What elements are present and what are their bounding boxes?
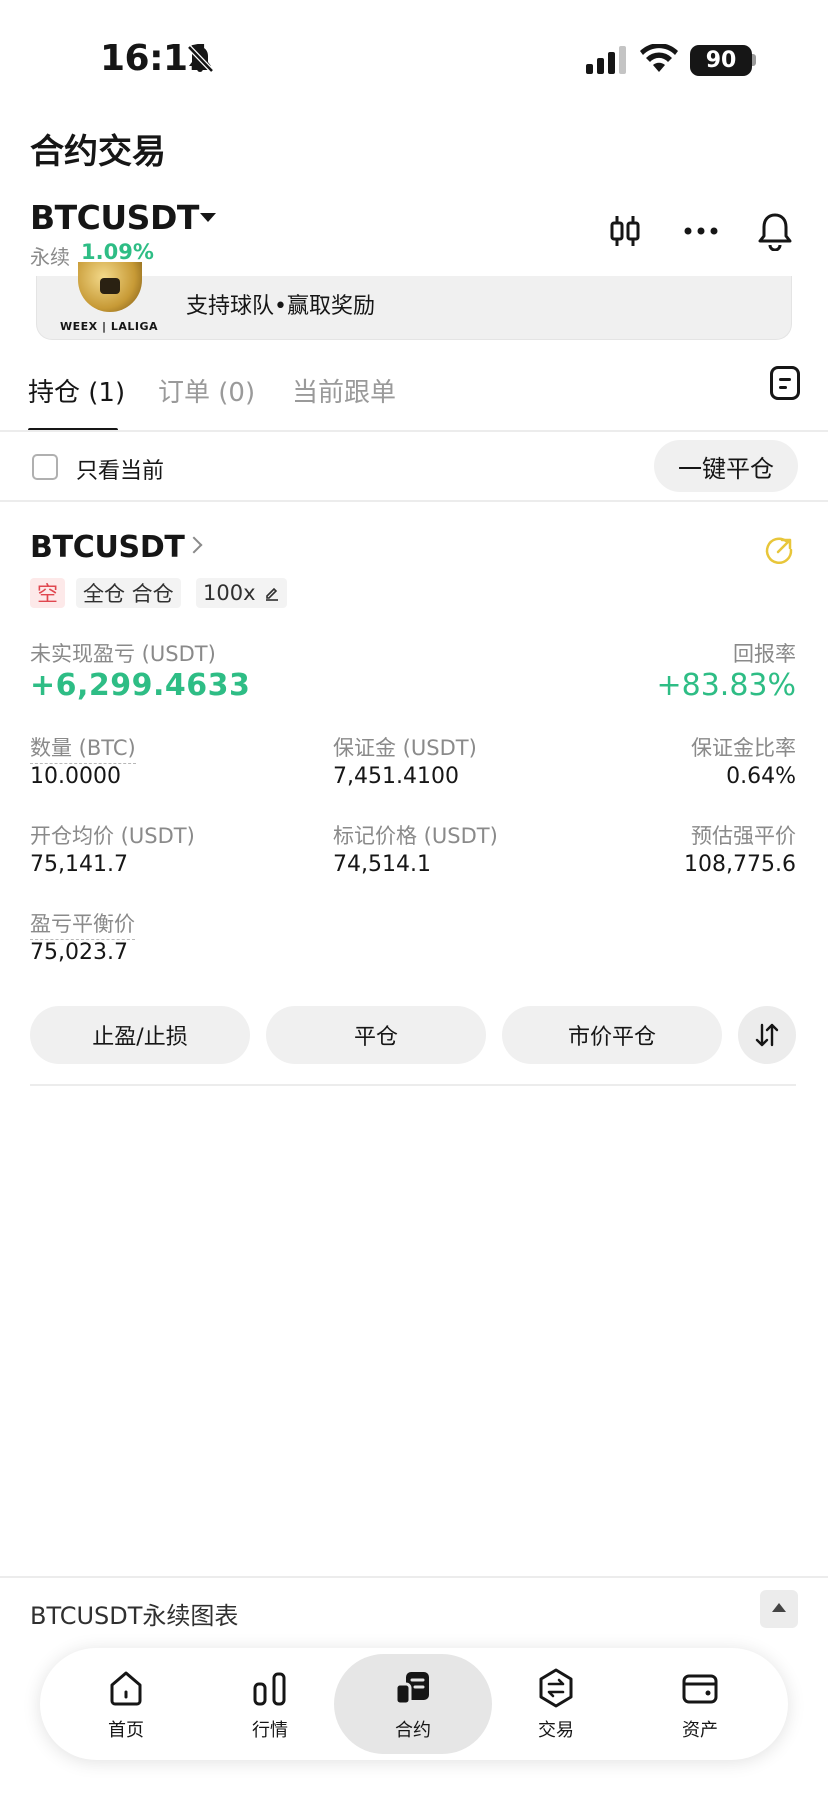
futures-icon xyxy=(394,1672,429,1706)
banner-logo: WEEX | LALIGA xyxy=(60,320,158,333)
battery-indicator: 90 xyxy=(690,45,752,76)
margin-ratio-value: 0.64% xyxy=(726,764,796,789)
share-icon[interactable] xyxy=(764,536,794,566)
margin-label: 保证金 (USDT) xyxy=(333,736,477,760)
only-current-checkbox[interactable] xyxy=(32,454,58,480)
nav-item-home[interactable]: 首页 xyxy=(76,1666,176,1742)
bell-icon[interactable] xyxy=(752,208,798,254)
qty-value: 10.0000 xyxy=(30,764,121,789)
caret-down-icon[interactable] xyxy=(200,213,216,222)
mark-price-label: 标记价格 (USDT) xyxy=(333,824,498,848)
roe-label: 回报率 xyxy=(733,642,796,666)
liq-price-value: 108,775.6 xyxy=(684,852,796,877)
more-icon[interactable] xyxy=(678,208,724,254)
candlestick-chart-icon[interactable] xyxy=(602,208,648,254)
unrealized-pnl-label: 未实现盈亏 (USDT) xyxy=(30,642,216,666)
wifi-icon xyxy=(640,44,678,72)
nav-item-market[interactable]: 行情 xyxy=(220,1666,320,1742)
tab-copy-trades[interactable]: 当前跟单 xyxy=(292,372,396,409)
nav-item-trade[interactable]: 交易 xyxy=(506,1666,606,1742)
divider xyxy=(0,430,828,432)
nav-label: 合约 xyxy=(395,1720,431,1741)
qty-label[interactable]: 数量 (BTC) xyxy=(30,732,136,764)
perpetual-label: 永续 xyxy=(30,245,70,269)
home-icon xyxy=(110,1671,142,1706)
market-icon xyxy=(253,1672,286,1706)
battery-tip xyxy=(752,54,756,66)
nav-label: 行情 xyxy=(252,1720,288,1741)
mark-price-value: 74,514.1 xyxy=(333,852,431,877)
divider xyxy=(0,500,828,502)
chart-panel-title[interactable]: BTCUSDT永续图表 xyxy=(30,1596,238,1631)
nav-label: 首页 xyxy=(108,1720,144,1741)
leverage-value: 100x xyxy=(203,581,256,605)
wallet-icon xyxy=(682,1674,718,1704)
divider xyxy=(30,1084,796,1086)
banner-text: 支持球队•赢取奖励 xyxy=(186,294,375,319)
roe-value: +83.83% xyxy=(656,668,796,703)
breakeven-value: 75,023.7 xyxy=(30,940,128,965)
bell-muted-icon xyxy=(187,45,214,73)
nav-item-assets[interactable]: 资产 xyxy=(650,1666,750,1742)
only-current-label: 只看当前 xyxy=(76,459,165,484)
document-icon[interactable] xyxy=(770,366,800,400)
market-close-button[interactable]: 市价平仓 xyxy=(502,1006,722,1064)
entry-price-value: 75,141.7 xyxy=(30,852,128,877)
tab-positions[interactable]: 持仓 (1) xyxy=(28,372,125,409)
trade-icon xyxy=(539,1668,573,1708)
nav-label: 资产 xyxy=(682,1720,718,1741)
divider xyxy=(0,1576,828,1578)
side-tag-short: 空 xyxy=(30,578,65,608)
nav-item-futures[interactable]: 合约 xyxy=(363,1666,463,1742)
margin-ratio-label: 保证金比率 xyxy=(691,736,796,760)
tab-orders[interactable]: 订单 (0) xyxy=(158,372,255,409)
breakeven-label[interactable]: 盈亏平衡价 xyxy=(30,908,135,940)
leverage-tag[interactable]: 100x xyxy=(196,578,287,608)
edit-icon[interactable] xyxy=(264,585,280,601)
unrealized-pnl-value: +6,299.4633 xyxy=(30,668,251,703)
nav-label: 交易 xyxy=(538,1720,574,1741)
position-symbol[interactable]: BTCUSDT xyxy=(30,530,185,565)
page-title: 合约交易 xyxy=(30,132,166,172)
close-all-button[interactable]: 一键平仓 xyxy=(654,440,798,492)
price-change: 1.09% xyxy=(81,240,154,264)
close-position-button[interactable]: 平仓 xyxy=(266,1006,486,1064)
expand-chart-button[interactable] xyxy=(760,1590,798,1628)
entry-price-label: 开仓均价 (USDT) xyxy=(30,824,195,848)
liq-price-label: 预估强平价 xyxy=(691,824,796,848)
chevron-right-icon[interactable] xyxy=(185,536,203,554)
tpsl-button[interactable]: 止盈/止损 xyxy=(30,1006,250,1064)
reverse-position-button[interactable] xyxy=(738,1006,796,1064)
pair-selector[interactable]: BTCUSDT xyxy=(30,198,199,237)
margin-value: 7,451.4100 xyxy=(333,764,459,789)
margin-mode-tag: 全仓 合仓 xyxy=(76,578,181,608)
swap-arrows-icon xyxy=(755,1023,779,1047)
cellular-signal-icon xyxy=(586,46,626,74)
